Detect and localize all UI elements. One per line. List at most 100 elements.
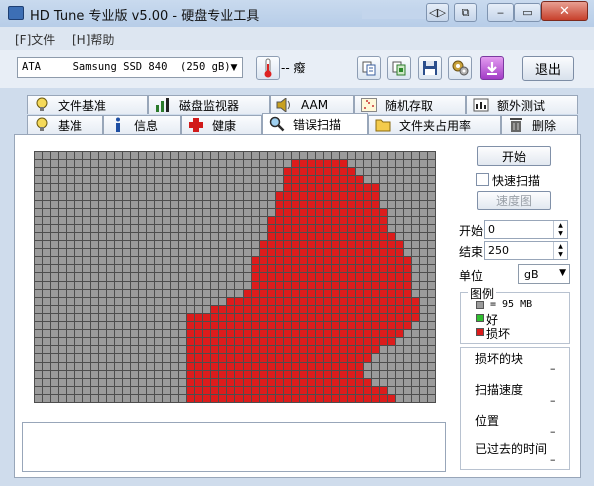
block-cell-ok bbox=[411, 216, 419, 224]
block-cell-bad bbox=[291, 241, 299, 249]
block-cell-ok bbox=[195, 305, 203, 313]
tab-disk-monitor[interactable]: 磁盘监视器 bbox=[148, 95, 270, 114]
tab-random-access[interactable]: 随机存取 bbox=[354, 95, 466, 114]
block-cell-ok bbox=[211, 208, 219, 216]
block-cell-ok bbox=[387, 386, 395, 394]
drive-select[interactable]: ATA Samsung SSD 840 (250 gB) bbox=[17, 57, 243, 78]
block-cell-ok bbox=[43, 289, 51, 297]
block-cell-bad bbox=[339, 208, 347, 216]
save-icon[interactable] bbox=[418, 56, 442, 80]
block-cell-bad bbox=[315, 322, 323, 330]
options-icon[interactable] bbox=[448, 56, 472, 80]
block-cell-ok bbox=[123, 216, 131, 224]
tab-info[interactable]: 信息 bbox=[103, 115, 181, 134]
block-cell-ok bbox=[115, 232, 123, 241]
block-cell-ok bbox=[219, 200, 227, 208]
block-cell-ok bbox=[427, 160, 435, 168]
block-cell-ok bbox=[131, 208, 139, 216]
trash-icon bbox=[506, 117, 526, 133]
block-cell-bad bbox=[307, 216, 315, 224]
block-cell-ok bbox=[147, 208, 155, 216]
block-cell-ok bbox=[179, 176, 187, 184]
block-cell-bad bbox=[323, 265, 331, 273]
block-cell-ok bbox=[67, 208, 75, 216]
copy-window-icon[interactable]: ⧉ bbox=[454, 3, 477, 22]
block-cell-ok bbox=[211, 281, 219, 289]
block-cell-bad bbox=[283, 232, 291, 241]
block-cell-bad bbox=[371, 184, 379, 192]
block-cell-bad bbox=[283, 370, 291, 378]
block-cell-bad bbox=[267, 281, 275, 289]
block-cell-bad bbox=[387, 289, 395, 297]
block-cell-ok bbox=[203, 281, 211, 289]
title-blur-region bbox=[362, 9, 432, 19]
unit-select[interactable]: gB ▼ bbox=[518, 264, 570, 284]
block-cell-ok bbox=[147, 224, 155, 232]
tab-label: 额外测试 bbox=[497, 98, 546, 113]
block-cell-ok bbox=[179, 289, 187, 297]
block-cell-ok bbox=[155, 297, 163, 305]
tab-file-benchmark[interactable]: 文件基准 bbox=[27, 95, 148, 114]
tab-folder-usage[interactable]: 文件夹占用率 bbox=[368, 115, 501, 134]
block-cell-bad bbox=[283, 346, 291, 354]
compact-window-icon[interactable]: ◁▷ bbox=[426, 3, 449, 22]
tab-benchmark[interactable]: 基准 bbox=[27, 115, 103, 134]
block-cell-ok bbox=[91, 192, 99, 200]
menu-file[interactable]: [F]文件 bbox=[15, 31, 55, 48]
block-cell-ok bbox=[43, 249, 51, 257]
start-scan-button[interactable]: 开始 bbox=[477, 146, 551, 166]
block-cell-ok bbox=[51, 370, 59, 378]
copy-screenshot-icon[interactable] bbox=[387, 56, 411, 80]
block-cell-ok bbox=[67, 241, 75, 249]
block-cell-bad bbox=[259, 362, 267, 370]
block-cell-ok bbox=[115, 354, 123, 362]
thermometer-icon[interactable] bbox=[256, 56, 280, 80]
block-cell-bad bbox=[379, 232, 387, 241]
tab-erase[interactable]: 删除 bbox=[501, 115, 578, 134]
block-cell-bad bbox=[315, 386, 323, 394]
block-cell-bad bbox=[355, 305, 363, 313]
block-cell-bad bbox=[323, 354, 331, 362]
close-button[interactable]: ✕ bbox=[541, 1, 588, 21]
block-cell-ok bbox=[171, 152, 179, 160]
block-cell-ok bbox=[123, 232, 131, 241]
quick-scan-checkbox[interactable] bbox=[476, 173, 489, 186]
maximize-button[interactable]: ▭ bbox=[514, 3, 541, 22]
tab-error-scan[interactable]: 错误扫描 bbox=[262, 113, 368, 134]
menu-help[interactable]: [H]帮助 bbox=[72, 31, 114, 48]
tab-aam[interactable]: AAM bbox=[270, 95, 354, 114]
benchmark-icon bbox=[32, 117, 52, 133]
copy-text-icon[interactable] bbox=[357, 56, 381, 80]
block-cell-ok bbox=[387, 152, 395, 160]
download-icon[interactable] bbox=[480, 56, 504, 80]
speed-map-button[interactable]: 速度图 bbox=[477, 191, 551, 210]
block-cell-bad bbox=[371, 386, 379, 394]
tab-extra-tests[interactable]: 额外测试 bbox=[466, 95, 578, 114]
block-cell-bad bbox=[275, 330, 283, 338]
block-cell-ok bbox=[363, 362, 371, 370]
start-spinner[interactable]: ▲ ▼ bbox=[553, 221, 567, 238]
block-cell-ok bbox=[147, 176, 155, 184]
block-cell-bad bbox=[259, 313, 267, 322]
block-cell-ok bbox=[235, 152, 243, 160]
block-cell-bad bbox=[355, 184, 363, 192]
block-cell-ok bbox=[227, 208, 235, 216]
block-cell-bad bbox=[363, 346, 371, 354]
minimize-button[interactable]: ‒ bbox=[487, 3, 514, 22]
block-cell-bad bbox=[371, 322, 379, 330]
block-cell-ok bbox=[155, 330, 163, 338]
tab-health[interactable]: 健康 bbox=[181, 115, 262, 134]
chevron-down-icon[interactable]: ▼ bbox=[226, 58, 242, 77]
exit-button[interactable]: 退出 bbox=[522, 56, 574, 81]
end-spinner[interactable]: ▲ ▼ bbox=[553, 242, 567, 259]
block-cell-ok bbox=[59, 241, 67, 249]
block-cell-ok bbox=[179, 168, 187, 176]
block-cell-ok bbox=[155, 313, 163, 322]
block-cell-ok bbox=[395, 200, 403, 208]
block-cell-bad bbox=[307, 184, 315, 192]
block-cell-ok bbox=[59, 257, 67, 265]
block-cell-ok bbox=[139, 160, 147, 168]
block-cell-ok bbox=[59, 176, 67, 184]
block-cell-ok bbox=[35, 265, 43, 273]
block-cell-ok bbox=[123, 330, 131, 338]
